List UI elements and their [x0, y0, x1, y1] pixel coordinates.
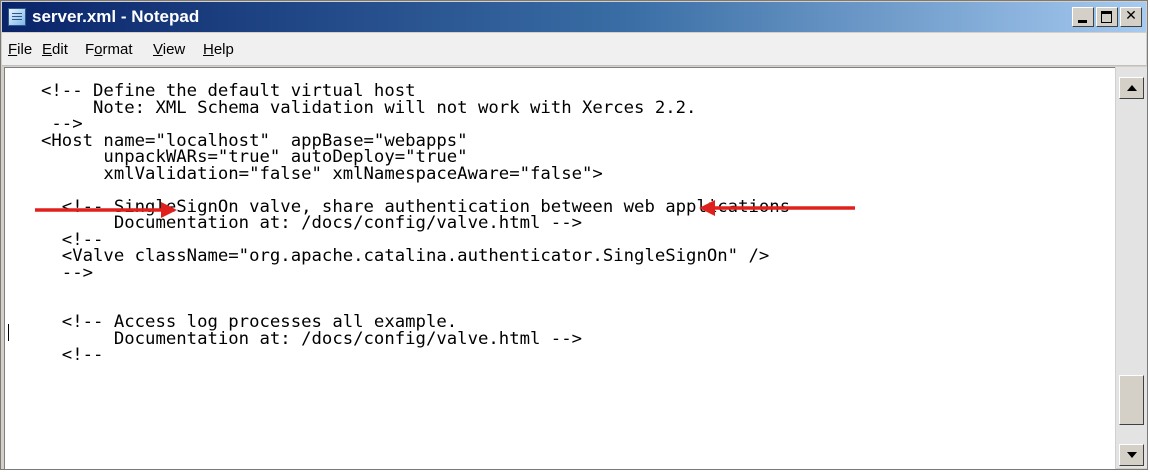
- menu-bar: File Edit Format View Help: [2, 33, 1146, 66]
- notepad-icon: [8, 8, 26, 26]
- code-line: Documentation at: /docs/config/valve.htm…: [41, 328, 583, 349]
- menu-help[interactable]: Help: [203, 41, 234, 58]
- title-bar[interactable]: server.xml - Notepad ✕: [2, 2, 1146, 32]
- arrow-up-icon: [1127, 85, 1137, 91]
- arrow-down-icon: [1127, 452, 1137, 458]
- text-caret: [8, 324, 9, 341]
- menu-edit[interactable]: Edit: [42, 41, 68, 58]
- notepad-window: server.xml - Notepad ✕ File Edit Format …: [0, 0, 1148, 470]
- window-title: server.xml - Notepad: [32, 7, 200, 26]
- close-button[interactable]: ✕: [1120, 7, 1142, 27]
- text-editor[interactable]: <!-- Define the default virtual host Not…: [4, 67, 1115, 469]
- scrollbar-thumb[interactable]: [1119, 375, 1144, 425]
- scroll-up-button[interactable]: [1119, 77, 1144, 99]
- menu-view[interactable]: View: [153, 41, 185, 58]
- editor-text: <!-- Define the default virtual host Not…: [41, 82, 790, 365]
- menu-file[interactable]: File: [8, 41, 32, 58]
- vertical-scrollbar[interactable]: [1115, 67, 1147, 468]
- code-line: -->: [41, 262, 94, 283]
- code-line: xmlValidation="false" xmlNamespaceAware=…: [41, 163, 603, 184]
- code-line: <!--: [41, 345, 104, 365]
- right-arrow-annotation: [35, 202, 177, 218]
- window-controls: ✕: [1072, 7, 1142, 27]
- code-line: Note: XML Schema validation will not wor…: [41, 97, 697, 118]
- code-line: <Valve className="org.apache.catalina.au…: [41, 246, 770, 266]
- left-arrow-annotation: [699, 200, 855, 216]
- maximize-button[interactable]: [1096, 7, 1118, 27]
- menu-format[interactable]: Format: [85, 41, 133, 58]
- minimize-button[interactable]: [1072, 7, 1094, 27]
- scroll-down-button[interactable]: [1119, 444, 1144, 466]
